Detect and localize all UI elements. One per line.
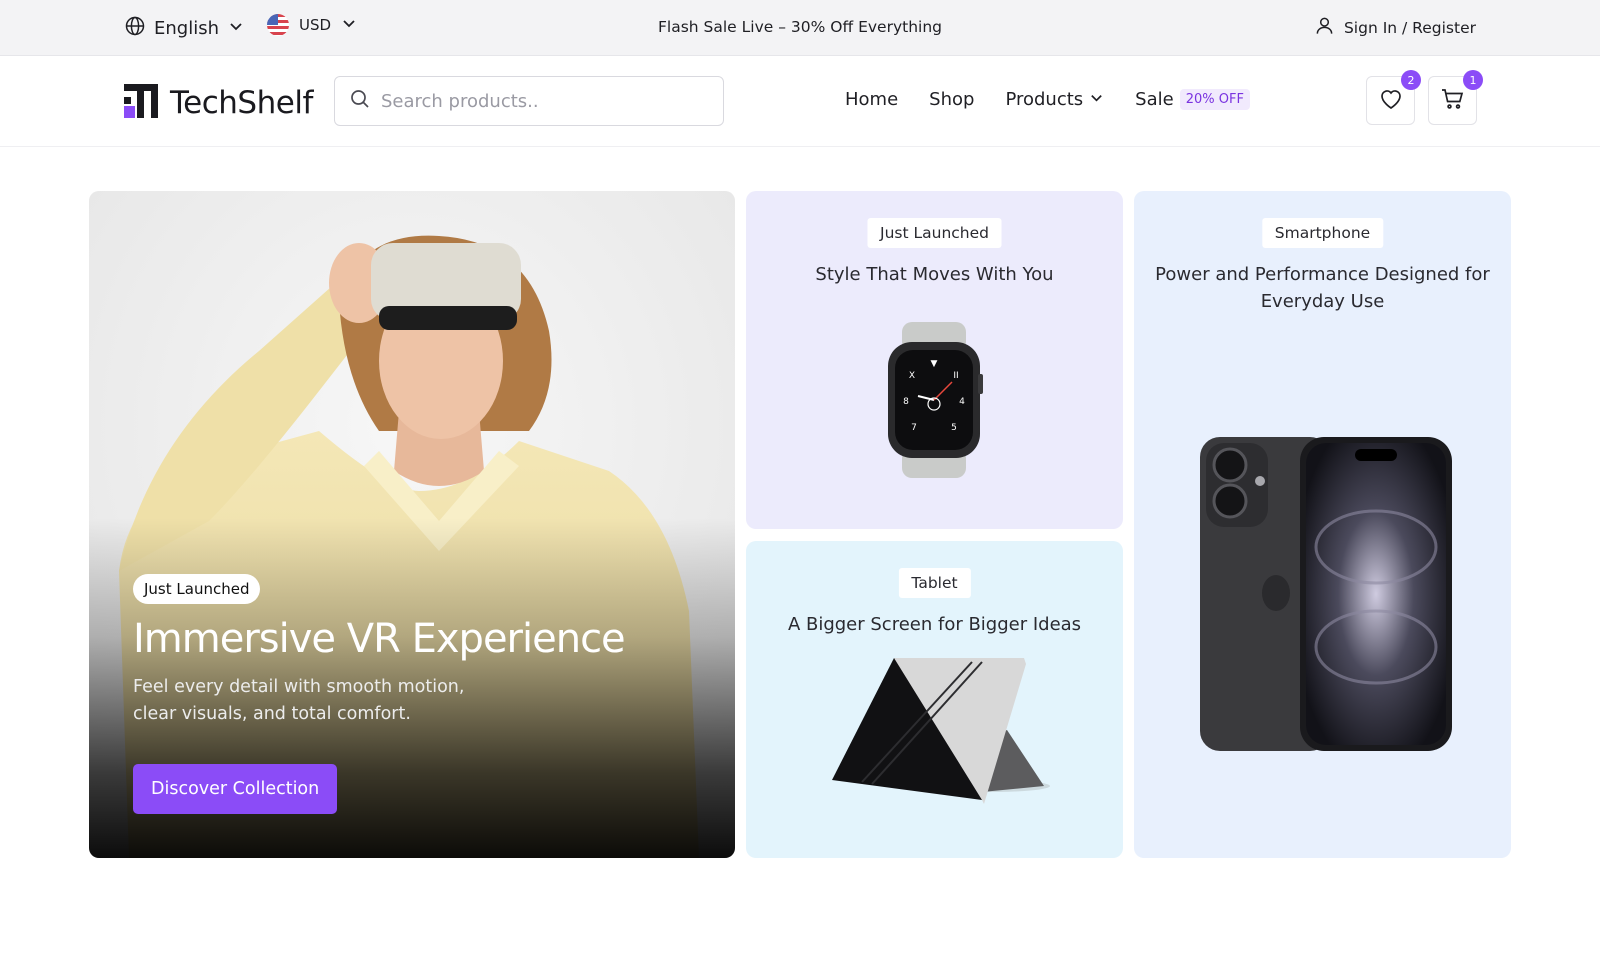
svg-text:8: 8 [903, 397, 909, 407]
svg-text:7: 7 [911, 423, 917, 433]
watch-card-tag: Just Launched [867, 218, 1002, 248]
nav-home[interactable]: Home [845, 89, 898, 110]
wishlist-count-badge: 2 [1401, 70, 1421, 90]
logo-mark-icon [124, 84, 158, 122]
discover-collection-button[interactable]: Discover Collection [133, 764, 338, 814]
nav-sale-label: Sale [1135, 89, 1174, 110]
search-input[interactable] [381, 90, 701, 112]
phone-card-tag: Smartphone [1261, 218, 1384, 248]
signin-label: Sign In / Register [1343, 18, 1476, 37]
search-box[interactable] [334, 76, 724, 126]
user-icon [1315, 16, 1334, 39]
nav-sale[interactable]: Sale 20% OFF [1135, 89, 1250, 110]
tablet-card-tag: Tablet [898, 568, 971, 598]
svg-text:4: 4 [959, 397, 965, 407]
nav-products[interactable]: Products [1005, 89, 1104, 110]
tablet-promo-card[interactable]: Tablet A Bigger Screen for Bigger Ideas [746, 541, 1123, 858]
main-header: TechShelf Home Shop Products Sale 20% OF… [0, 56, 1600, 147]
svg-text:II: II [953, 371, 958, 381]
hero-title: Immersive VR Experience [133, 616, 626, 662]
watch-card-caption: Style That Moves With You [815, 264, 1054, 285]
cart-count-badge: 1 [1463, 70, 1483, 90]
sale-discount-badge: 20% OFF [1179, 89, 1250, 110]
main-nav: Home Shop Products Sale 20% OFF [845, 89, 1281, 110]
heart-icon [1379, 88, 1403, 114]
hero-description: Feel every detail with smooth motion, cl… [133, 677, 465, 724]
smartphone-image [1200, 437, 1452, 751]
chevron-down-icon [1089, 89, 1104, 110]
svg-text:X: X [909, 371, 915, 381]
wishlist-button[interactable]: 2 [1366, 70, 1421, 125]
cart-icon [1441, 88, 1465, 114]
signin-register-link[interactable]: Sign In / Register [1315, 16, 1476, 39]
top-bar: English USD Flash Sale Live – 30% Off Ev… [0, 0, 1600, 56]
smartwatch-image: ▼ X II 8 4 7 5 [888, 322, 983, 478]
svg-text:5: 5 [951, 423, 957, 433]
tablet-card-caption: A Bigger Screen for Bigger Ideas [787, 614, 1082, 635]
tablet-image [832, 658, 1050, 804]
smartphone-promo-card[interactable]: Smartphone Power and Performance Designe… [1134, 191, 1511, 858]
watch-promo-card[interactable]: Just Launched Style That Moves With You … [746, 191, 1123, 529]
nav-products-label: Products [1005, 89, 1084, 110]
hero-badge: Just Launched [133, 574, 261, 604]
search-icon [350, 89, 370, 113]
nav-shop[interactable]: Shop [929, 89, 974, 110]
brand-logo[interactable]: TechShelf [124, 84, 313, 122]
cart-button[interactable]: 1 [1428, 70, 1483, 125]
phone-card-caption: Power and Performance Designed for Every… [1155, 264, 1490, 312]
brand-name: TechShelf [170, 85, 313, 121]
svg-text:▼: ▼ [931, 359, 938, 369]
hero-banner: Just Launched Immersive VR Experience Fe… [89, 191, 735, 858]
